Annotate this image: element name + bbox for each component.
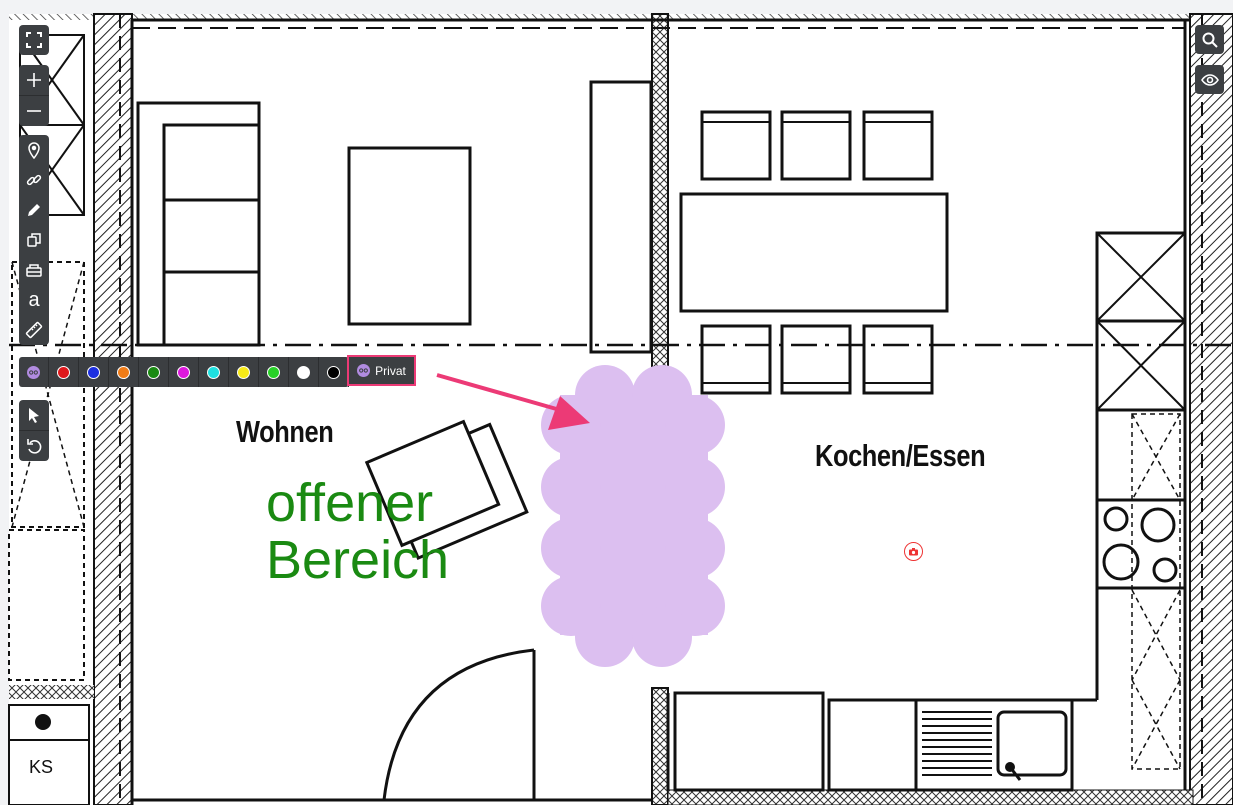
color-dot [147, 365, 160, 379]
swatch-white[interactable] [289, 357, 319, 387]
furniture-button[interactable] [19, 255, 49, 285]
swatch-privat[interactable] [19, 357, 49, 387]
zoom-out-button[interactable] [19, 95, 49, 126]
swatch-red[interactable] [49, 357, 79, 387]
select-button[interactable] [19, 400, 49, 430]
ruler-icon [25, 321, 43, 339]
swatch-cyan[interactable] [199, 357, 229, 387]
search-button[interactable] [1195, 25, 1224, 54]
add-marker-button[interactable] [19, 135, 49, 165]
undo-icon [27, 439, 42, 454]
color-dot [297, 365, 310, 379]
swatch-orange[interactable] [109, 357, 139, 387]
eye-icon [1200, 73, 1219, 86]
copy-button[interactable] [19, 225, 49, 255]
swatch-blue[interactable] [79, 357, 109, 387]
link-icon [26, 174, 42, 186]
room-label-storage: KS [29, 757, 54, 777]
color-dot [207, 365, 220, 379]
privat-mode-button[interactable]: Privat [347, 355, 416, 386]
undo-button[interactable] [19, 430, 49, 461]
copy-shapes-icon [27, 233, 41, 247]
annotation-text-line1: offener [266, 473, 434, 533]
pencil-icon [28, 204, 40, 216]
color-dot [237, 365, 250, 379]
swatch-green[interactable] [139, 357, 169, 387]
color-dot [57, 365, 70, 379]
measure-button[interactable] [19, 315, 49, 345]
mask-icon [27, 365, 40, 379]
privat-label: Privat [375, 363, 406, 378]
zoom-out-icon [27, 110, 41, 112]
fullscreen-icon [26, 32, 42, 48]
annotation-text[interactable]: offener Bereich [266, 475, 449, 589]
zoom-in-icon [27, 73, 41, 87]
annotation-text-line2: Bereich [266, 530, 450, 590]
draw-button[interactable] [19, 195, 49, 225]
map-pin-icon [28, 142, 40, 159]
color-palette [19, 357, 349, 387]
swatch-yellow[interactable] [229, 357, 259, 387]
furniture-icon [26, 264, 42, 277]
swatch-lightgreen[interactable] [259, 357, 289, 387]
room-label-living: Wohnen [236, 414, 334, 449]
text-tool-icon: a [28, 288, 40, 311]
text-tool-button[interactable]: a [19, 285, 49, 315]
color-dot [327, 365, 340, 379]
color-dot [177, 365, 190, 379]
zoom-in-button[interactable] [19, 65, 49, 95]
visibility-button[interactable] [1195, 65, 1224, 94]
color-dot [267, 365, 280, 379]
color-dot [87, 365, 100, 379]
color-dot [117, 365, 130, 379]
search-icon [1202, 32, 1218, 48]
room-label-kitchen: Kochen/Essen [815, 438, 986, 473]
select-pointer-icon [29, 408, 39, 423]
camera-marker-icon[interactable] [904, 542, 923, 561]
fullscreen-button[interactable] [19, 25, 49, 55]
floorplan-canvas[interactable] [0, 0, 1233, 805]
swatch-black[interactable] [319, 357, 349, 387]
swatch-magenta[interactable] [169, 357, 199, 387]
link-button[interactable] [19, 165, 49, 195]
mask-icon [357, 364, 371, 377]
